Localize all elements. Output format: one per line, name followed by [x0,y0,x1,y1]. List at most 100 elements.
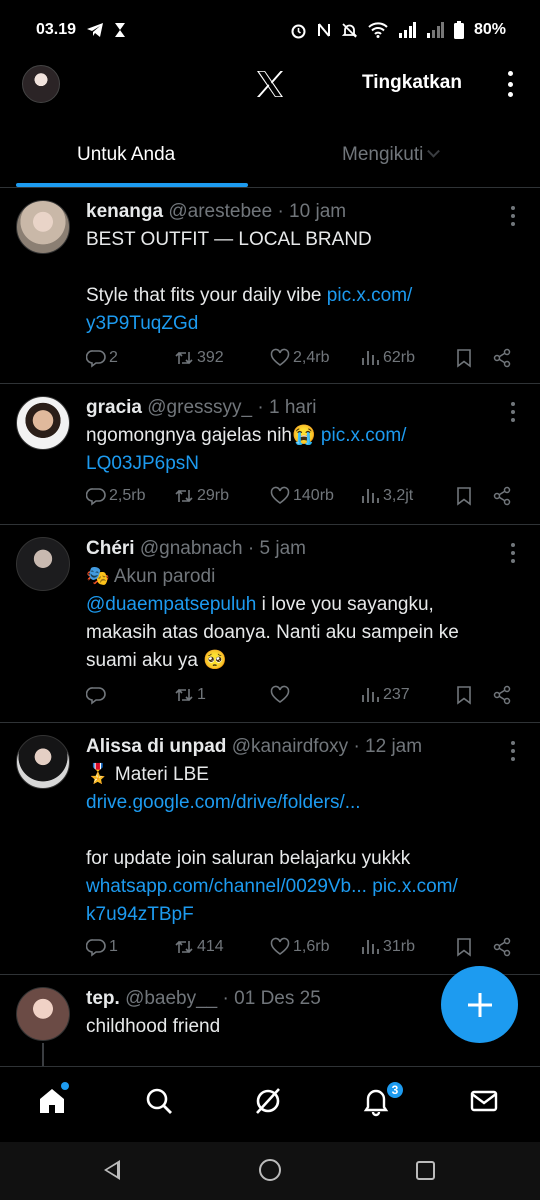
upgrade-button[interactable]: Tingkatkan [362,72,462,94]
author-handle[interactable]: @kanairdfoxy [232,736,348,757]
home-circle-icon[interactable] [259,1159,281,1181]
link[interactable]: pic.x.com/ [327,285,413,306]
post-actions: 2 392 2,4rb 62rb [86,344,526,372]
more-vertical-icon[interactable] [511,206,516,226]
author-handle[interactable]: @gresssyy_ [147,397,252,418]
author-name[interactable]: kenanga [86,201,163,222]
link[interactable]: y3P9TuqZGd [86,313,198,334]
post-header: Alissa di unpad @kanairdfoxy · 12 jam [86,733,500,761]
post[interactable]: gracia @gresssyy_ · 1 hari ngomongnya ga… [0,384,540,525]
post-time: · 01 Des 25 [222,988,321,1009]
repost-icon [175,940,193,954]
avatar[interactable] [16,200,70,254]
post[interactable]: Alissa di unpad @kanairdfoxy · 12 jam 🎖️… [0,723,540,975]
like-button[interactable] [270,681,293,709]
notification-badge: 3 [385,1080,405,1100]
recents-icon[interactable] [416,1161,435,1180]
post-text: ngomongnya gajelas nih😭 pic.x.com/ LQ03J… [86,422,500,478]
like-count: 140rb [293,487,334,504]
link[interactable]: pic.x.com/ [367,876,458,897]
reply-icon [86,687,106,705]
bookmark-button[interactable] [454,681,474,709]
nav-home[interactable] [36,1085,72,1121]
reply-button[interactable]: 1 [86,933,118,961]
like-button[interactable]: 2,4rb [270,344,329,372]
views-icon [362,489,379,503]
avatar[interactable] [16,987,70,1041]
share-button[interactable] [492,344,512,372]
repost-button[interactable]: 29rb [174,482,229,510]
compose-button[interactable] [441,966,518,1043]
link[interactable]: k7u94zTBpF [86,904,194,925]
tab-following[interactable]: Mengikuti [342,144,441,166]
repost-count: 29rb [197,487,230,504]
share-button[interactable] [492,933,512,961]
reply-button[interactable] [86,681,109,709]
battery-icon [453,21,464,39]
post-header: gracia @gresssyy_ · 1 hari [86,394,500,422]
repost-icon [175,688,193,702]
author-name[interactable]: Alissa di unpad [86,736,226,757]
views-button[interactable]: 31rb [360,933,415,961]
hourglass-icon [115,23,126,37]
avatar[interactable] [16,735,70,789]
like-count: 1,6rb [293,938,330,955]
tab-following-label: Mengikuti [342,144,424,165]
repost-button[interactable]: 1 [174,681,206,709]
author-handle[interactable]: @baeby__ [125,988,217,1009]
nav-grok[interactable] [252,1085,288,1121]
author-name[interactable]: Chéri [86,538,135,559]
link[interactable]: drive.google.com/drive/folders/... [86,792,361,813]
more-vertical-icon[interactable] [500,68,520,100]
back-icon[interactable] [104,1160,120,1180]
post[interactable]: kenanga @arestebee · 10 jam BEST OUTFIT … [0,188,540,384]
bookmark-button[interactable] [454,482,474,510]
link[interactable]: whatsapp.com/channel/0029Vb... [86,876,367,897]
like-icon [270,348,290,366]
text-line: BEST OUTFIT — LOCAL BRAND [86,229,372,250]
author-handle[interactable]: @arestebee [168,201,272,222]
nav-search[interactable] [143,1085,179,1121]
share-button[interactable] [492,482,512,510]
link[interactable]: pic.x.com/ [321,425,407,446]
like-button[interactable]: 140rb [270,482,334,510]
text-line: ngomongnya gajelas nih😭 [86,425,321,446]
system-nav-bar [0,1142,540,1200]
battery-percent: 80% [473,21,506,38]
top-bar: Tingkatkan [0,60,540,108]
views-button[interactable]: 3,2jt [360,482,413,510]
profile-avatar[interactable] [22,65,60,103]
post-text: @duaempatsepuluh i love you sayangku, ma… [86,591,500,675]
more-vertical-icon[interactable] [511,402,516,422]
avatar[interactable] [16,396,70,450]
views-button[interactable]: 237 [360,681,410,709]
bookmark-button[interactable] [454,933,474,961]
like-button[interactable]: 1,6rb [270,933,329,961]
bookmark-button[interactable] [454,344,474,372]
reply-button[interactable]: 2,5rb [86,482,145,510]
repost-count: 1 [197,686,206,703]
reply-icon [86,350,106,368]
tab-for-you[interactable]: Untuk Anda [77,144,175,166]
more-vertical-icon[interactable] [511,741,516,761]
timeline: kenanga @arestebee · 10 jam BEST OUTFIT … [0,188,540,1095]
post[interactable]: Chéri @gnabnach · 5 jam 🎭 Akun parodi @d… [0,525,540,723]
status-time: 03.19 [36,21,77,38]
reply-button[interactable]: 2 [86,344,118,372]
views-button[interactable]: 62rb [360,344,415,372]
repost-button[interactable]: 392 [174,344,224,372]
mention[interactable]: @duaempatsepuluh [86,594,256,615]
link[interactable]: LQ03JP6psN [86,453,199,474]
repost-button[interactable]: 414 [174,933,224,961]
like-icon [270,486,290,504]
author-name[interactable]: gracia [86,397,142,418]
avatar[interactable] [16,537,70,591]
share-icon [493,348,511,368]
author-name[interactable]: tep. [86,988,120,1009]
share-button[interactable] [492,681,512,709]
repost-count: 392 [197,349,224,366]
author-handle[interactable]: @gnabnach [140,538,243,559]
post-time: · 1 hari [257,397,317,418]
more-vertical-icon[interactable] [511,543,516,563]
nav-messages[interactable] [468,1085,504,1121]
